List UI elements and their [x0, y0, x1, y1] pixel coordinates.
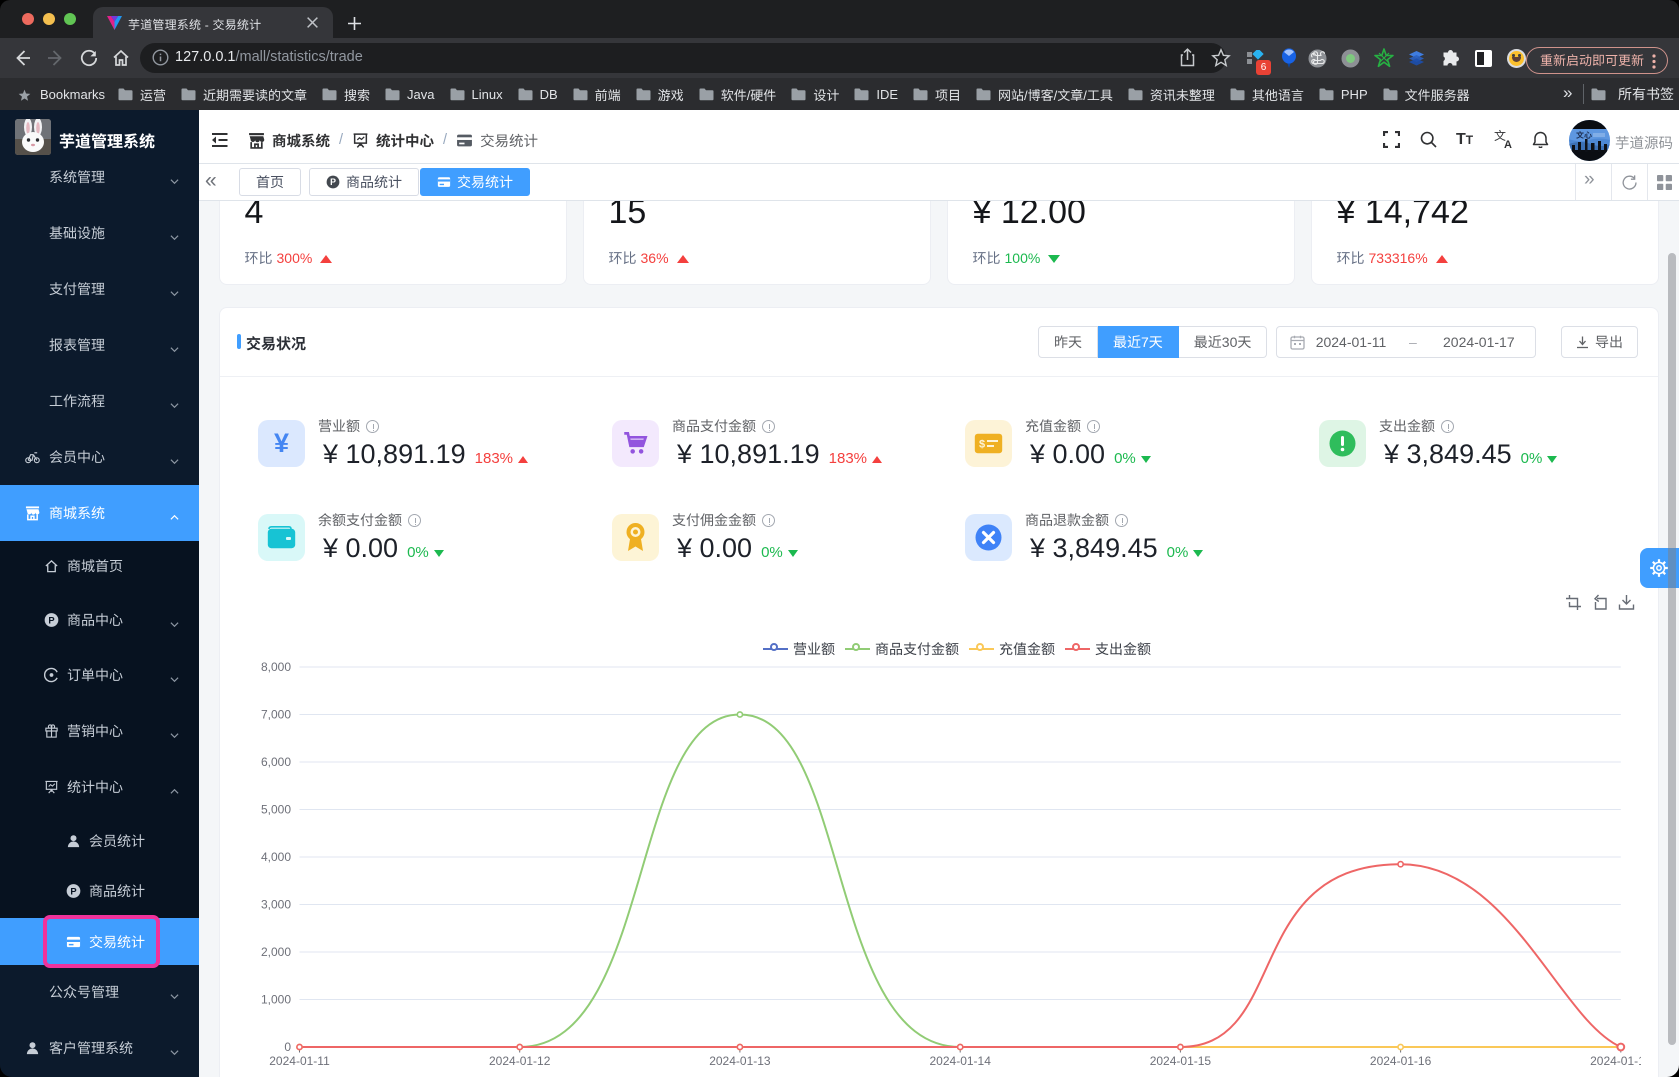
svg-text:2024-01-16: 2024-01-16: [1370, 1054, 1432, 1068]
svg-text:0: 0: [284, 1040, 291, 1054]
svg-text:2,000: 2,000: [261, 945, 291, 959]
svg-text:P: P: [330, 177, 336, 187]
svg-text:文心: 文心: [1576, 130, 1592, 141]
svg-text:2024-01-12: 2024-01-12: [489, 1054, 551, 1068]
svg-text:$: $: [979, 439, 985, 451]
svg-text:4,000: 4,000: [261, 850, 291, 864]
svg-text:2024-01-13: 2024-01-13: [709, 1054, 771, 1068]
svg-text:5,000: 5,000: [261, 803, 291, 817]
svg-text:A: A: [1504, 139, 1512, 149]
svg-text:6,000: 6,000: [261, 755, 291, 769]
svg-text:2024-01-14: 2024-01-14: [930, 1054, 992, 1068]
svg-text:P: P: [48, 615, 54, 625]
svg-text:1,000: 1,000: [261, 993, 291, 1007]
svg-text:3,000: 3,000: [261, 898, 291, 912]
svg-text:2024-01-17: 2024-01-17: [1590, 1054, 1641, 1068]
svg-text:7,000: 7,000: [261, 708, 291, 722]
svg-text:8,000: 8,000: [261, 660, 291, 674]
svg-text:2024-01-11: 2024-01-11: [269, 1054, 330, 1068]
svg-text:2024-01-15: 2024-01-15: [1150, 1054, 1212, 1068]
svg-text:P: P: [70, 886, 76, 896]
